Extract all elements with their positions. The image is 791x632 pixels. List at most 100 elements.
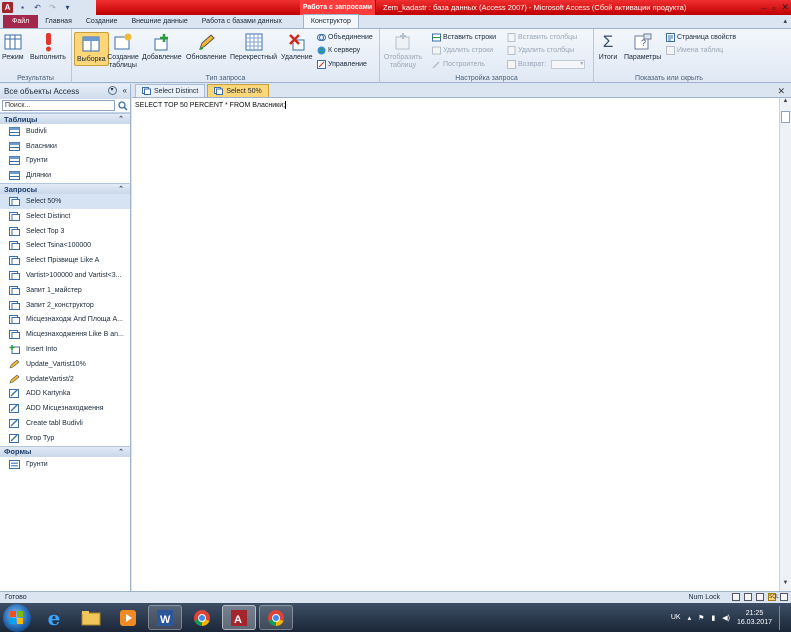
taskbar-ie[interactable]: e [37, 605, 71, 630]
network-icon[interactable]: ▮ [711, 614, 715, 622]
nav-table-item[interactable]: Ділянки [0, 168, 130, 183]
tab-external-data[interactable]: Внешние данные [124, 15, 194, 28]
tab-design[interactable]: Конструктор [302, 14, 359, 28]
property-sheet-button[interactable]: Страница свойств [666, 33, 736, 42]
nav-table-item[interactable]: Грунти [0, 154, 130, 169]
language-indicator[interactable]: UK [671, 614, 681, 621]
tab-create[interactable]: Создание [79, 15, 125, 28]
doc-tab-select-distinct[interactable]: Select Distinct [135, 84, 206, 97]
tab-database-tools[interactable]: Работа с базами данных [195, 15, 289, 28]
crosstab-button[interactable]: Перекрестный [230, 32, 277, 62]
taskbar-media-player[interactable] [111, 605, 145, 630]
taskbar-chrome[interactable] [185, 605, 219, 630]
doc-tab-select-50[interactable]: Select 50% [207, 84, 269, 97]
nav-search-input[interactable]: Поиск... [2, 100, 115, 111]
update-button[interactable]: Обновление [186, 32, 226, 62]
minimize-icon[interactable]: – [761, 3, 766, 13]
section-forms[interactable]: Формы ⌃ [0, 445, 130, 457]
section-queries[interactable]: Запросы ⌃ [0, 183, 130, 195]
run-button[interactable]: Выполнить [30, 32, 66, 62]
vertical-scrollbar[interactable]: ▲ ▼ [779, 98, 791, 591]
totals-button[interactable]: Σ Итоги [598, 32, 618, 62]
access-app-icon[interactable]: A [2, 2, 13, 13]
append-button[interactable]: Добавление [142, 32, 182, 62]
datasheet-view-icon[interactable] [732, 593, 740, 601]
chevron-up-icon[interactable]: ⌃ [118, 448, 124, 456]
section-tables[interactable]: Таблицы ⌃ [0, 113, 130, 124]
nav-table-item[interactable]: Власники [0, 139, 130, 154]
nav-query-item[interactable]: Insert Into [0, 342, 130, 357]
customize-qa-icon[interactable]: ▾ [62, 2, 73, 13]
design-view-icon[interactable] [780, 593, 788, 601]
pivot-chart-view-icon[interactable] [756, 593, 764, 601]
mode-button[interactable]: Режим [2, 32, 24, 62]
nav-menu-icon[interactable]: ▾ [107, 86, 117, 95]
parameters-button[interactable]: ? Параметры [624, 32, 661, 62]
table-names-button[interactable]: Имена таблиц [666, 46, 723, 55]
show-desktop-button[interactable] [779, 605, 787, 630]
select-query-button[interactable]: Выборка [74, 32, 109, 66]
nav-query-item[interactable]: Запит 2_конструктор [0, 298, 130, 313]
nav-query-item[interactable]: Select Top 3 [0, 224, 130, 239]
delete-query-button[interactable]: Удаление [281, 32, 313, 62]
delete-columns-button[interactable]: Удалить столбцы [507, 46, 574, 55]
nav-query-item[interactable]: Create tabl Budivli [0, 416, 130, 431]
taskbar-access[interactable]: A [222, 605, 256, 630]
nav-header[interactable]: Все объекты Access ▾ « [0, 84, 130, 99]
volume-icon[interactable]: ◀) [722, 614, 730, 622]
nav-query-item[interactable]: Місцезнаходж And Площа A... [0, 313, 130, 328]
chevron-up-icon[interactable]: ⌃ [118, 115, 124, 123]
passthrough-button[interactable]: К серверу [317, 46, 360, 55]
flag-icon[interactable]: ⚑ [698, 614, 704, 622]
clock[interactable]: 21:25 16.03.2017 [737, 609, 772, 627]
undo-icon[interactable]: ↶ [32, 2, 43, 13]
insert-rows-button[interactable]: Вставить строки [432, 33, 496, 42]
nav-query-item[interactable]: UpdateVartist/2 [0, 372, 130, 387]
nav-table-item[interactable]: Budivli [0, 124, 130, 139]
nav-query-item[interactable]: Select Прізвище Like A [0, 253, 130, 268]
scroll-thumb[interactable] [781, 111, 790, 123]
builder-button[interactable]: Построитель [432, 60, 485, 69]
scroll-down-icon[interactable]: ▼ [780, 580, 791, 591]
close-document-icon[interactable]: ✕ [777, 86, 785, 97]
start-button[interactable] [3, 603, 31, 632]
delete-rows-button[interactable]: Удалить строки [432, 46, 493, 55]
nav-form-item[interactable]: Грунти [0, 457, 130, 472]
union-button[interactable]: Объединение [317, 33, 373, 42]
maximize-icon[interactable]: ▫ [772, 3, 775, 13]
show-table-button[interactable]: Отобразить таблицу [383, 32, 423, 70]
tray-arrow-icon[interactable]: ▴ [688, 614, 692, 622]
nav-query-item[interactable]: Select Distinct [0, 209, 130, 224]
insert-columns-button[interactable]: Вставить столбцы [507, 33, 577, 42]
search-icon[interactable] [117, 100, 128, 111]
return-dropdown[interactable]: ▾ [551, 60, 586, 69]
nav-query-item[interactable]: Vartist>100000 and Vartist<3... [0, 268, 130, 283]
redo-icon[interactable]: ↷ [47, 2, 58, 13]
nav-query-item[interactable]: Select 50% [0, 194, 130, 209]
sql-view-icon[interactable]: SQL [768, 593, 779, 601]
nav-query-item[interactable]: Запит 1_майстер [0, 283, 130, 298]
nav-query-item[interactable]: ADD Місцезнаходження [0, 401, 130, 416]
nav-collapse-icon[interactable]: « [123, 86, 127, 95]
scroll-up-icon[interactable]: ▲ [780, 98, 791, 109]
taskbar-explorer[interactable] [74, 605, 108, 630]
chevron-up-icon[interactable]: ⌃ [118, 185, 124, 193]
make-table-button[interactable]: Создание таблицы [107, 32, 139, 70]
taskbar-word[interactable]: W [148, 605, 182, 630]
tab-file[interactable]: Файл [3, 15, 39, 28]
return-control[interactable]: Возврат: ▾ [507, 60, 586, 69]
save-icon[interactable]: ▪ [17, 2, 28, 13]
nav-query-item[interactable]: Drop Typ [0, 431, 130, 446]
nav-query-item[interactable]: Місцезнаходження Like B an... [0, 327, 130, 342]
tab-home[interactable]: Главная [38, 15, 79, 28]
nav-query-item[interactable]: Select Tsina<100000 [0, 239, 130, 254]
pivot-table-view-icon[interactable] [744, 593, 752, 601]
ddl-button[interactable]: Управление [317, 60, 367, 69]
collapse-ribbon-icon[interactable]: ▴ [783, 17, 787, 25]
nav-query-item[interactable]: ADD Kartynka [0, 387, 130, 402]
sql-text-line[interactable]: SELECT TOP 50 PERCENT * FROM Власники; [135, 101, 287, 109]
sql-editor[interactable]: SELECT TOP 50 PERCENT * FROM Власники; [132, 98, 779, 591]
close-icon[interactable]: ✕ [781, 2, 789, 13]
taskbar-chrome-2[interactable] [259, 605, 293, 630]
nav-query-item[interactable]: Update_Vartist10% [0, 357, 130, 372]
